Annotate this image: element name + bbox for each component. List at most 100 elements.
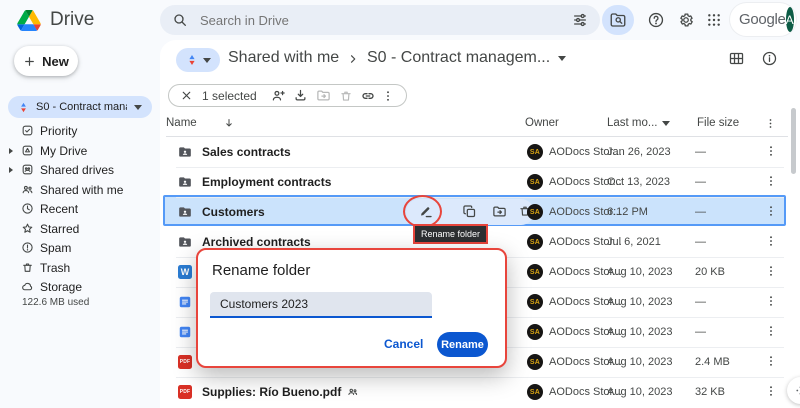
trash-button[interactable] xyxy=(334,89,357,103)
sidebar-item-spam[interactable]: Spam xyxy=(0,238,160,257)
row-more-button[interactable] xyxy=(764,174,778,188)
breadcrumb-current-folder[interactable]: S0 - Contract managem... xyxy=(367,49,567,67)
column-modified[interactable]: Last mo... xyxy=(607,117,670,129)
table-row[interactable]: Employment contracts SA AODocs Stor... O… xyxy=(176,167,784,198)
sidebar-item-storage[interactable]: Storage xyxy=(0,277,160,296)
row-more-button[interactable] xyxy=(764,144,778,158)
shared-folder-icon xyxy=(178,175,192,189)
drive-brand[interactable]: Drive xyxy=(17,9,94,31)
google-wordmark: Google xyxy=(739,11,786,28)
search-options-icon[interactable] xyxy=(572,12,588,28)
google-drive-app: { "topbar": { "app_name": "Drive", "sear… xyxy=(0,0,800,408)
help-icon xyxy=(647,11,665,29)
expand-arrow-icon[interactable] xyxy=(9,147,13,154)
row-more-button[interactable] xyxy=(764,324,778,338)
copy-link-button[interactable] xyxy=(357,88,380,104)
move-to-folder-button[interactable] xyxy=(312,88,335,103)
more-vertical-icon xyxy=(770,146,772,156)
clear-selection-button[interactable] xyxy=(179,89,194,102)
aodocs-breadcrumb-chip[interactable] xyxy=(176,48,220,72)
clock-icon xyxy=(21,202,34,215)
row-more-button[interactable] xyxy=(764,234,778,248)
sidebar-item-starred[interactable]: Starred xyxy=(0,219,160,238)
download-button[interactable] xyxy=(289,88,312,103)
layout-toggle-button[interactable] xyxy=(728,50,745,67)
details-button[interactable] xyxy=(761,50,778,67)
person-add-icon xyxy=(272,90,285,101)
sidebar-item-recent[interactable]: Recent xyxy=(0,199,160,218)
help-button[interactable] xyxy=(640,5,672,35)
google-docs-icon xyxy=(178,295,192,309)
more-vertical-icon xyxy=(770,356,772,366)
more-actions-button[interactable] xyxy=(379,89,396,103)
column-owner[interactable]: Owner xyxy=(525,117,559,129)
account-avatar[interactable]: A xyxy=(785,7,794,32)
table-row[interactable]: Sales contracts SA AODocs Stor... Jan 26… xyxy=(176,137,784,168)
chevron-down-icon xyxy=(202,57,211,63)
search-input[interactable] xyxy=(198,11,562,29)
more-vertical-icon xyxy=(770,266,772,276)
column-size[interactable]: File size xyxy=(697,117,739,129)
chevron-down-icon xyxy=(661,120,670,126)
folder-name-input[interactable] xyxy=(210,292,432,318)
header-more-button[interactable] xyxy=(764,117,777,130)
cancel-button[interactable]: Cancel xyxy=(384,337,423,351)
workspace-selector[interactable]: S0 - Contract mana... xyxy=(8,96,152,118)
row-more-button[interactable] xyxy=(764,264,778,278)
google-apps-button[interactable] xyxy=(698,5,730,35)
info-icon xyxy=(762,51,777,66)
search-bar[interactable] xyxy=(160,5,600,35)
scrollbar-thumb[interactable] xyxy=(791,108,796,174)
row-more-button[interactable] xyxy=(764,354,778,368)
chevron-down-icon xyxy=(558,55,567,61)
row-more-button[interactable] xyxy=(764,294,778,308)
apps-grid-icon xyxy=(706,12,722,28)
spam-icon xyxy=(21,241,34,254)
sidebar-item-shared-drives[interactable]: Shared drives xyxy=(0,160,160,179)
app-title: Drive xyxy=(50,9,95,30)
table-row[interactable]: PDF Supplies: Río Bueno.pdf SA AODocs St… xyxy=(176,377,784,407)
widget-icon xyxy=(796,386,800,395)
shared-drives-icon xyxy=(21,163,34,176)
sidebar-item-trash[interactable]: Trash xyxy=(0,258,160,277)
more-vertical-icon xyxy=(770,236,772,246)
more-vertical-icon xyxy=(770,176,772,186)
drive-logo-icon xyxy=(17,9,41,31)
workspace-selector-label: S0 - Contract mana... xyxy=(36,101,127,113)
rename-confirm-button[interactable]: Rename xyxy=(437,332,488,357)
more-vertical-icon xyxy=(770,206,772,216)
table-row-selected[interactable]: Customers SA AODocs Stor... 6:12 PM — xyxy=(176,197,784,227)
row-more-button[interactable] xyxy=(764,384,778,398)
my-drive-icon xyxy=(21,144,34,157)
sidebar-item-my-drive[interactable]: My Drive xyxy=(0,141,160,160)
breadcrumb-shared-with-me[interactable]: Shared with me xyxy=(228,49,339,67)
sidebar-item-priority[interactable]: Priority xyxy=(0,121,160,140)
google-account-chip[interactable]: Google A xyxy=(730,3,796,36)
close-icon xyxy=(182,91,191,100)
shared-folder-icon xyxy=(178,205,192,219)
move-to-folder-button[interactable] xyxy=(492,204,507,219)
sidebar-item-shared-with-me[interactable]: Shared with me xyxy=(0,180,160,199)
row-more-button[interactable] xyxy=(764,204,778,218)
download-icon xyxy=(295,89,306,101)
expand-arrow-icon[interactable] xyxy=(9,166,13,173)
owner-avatar: SA xyxy=(527,204,543,220)
column-name[interactable]: Name xyxy=(166,117,235,129)
search-icon[interactable] xyxy=(172,12,188,28)
aodocs-icon xyxy=(18,102,29,113)
new-button[interactable]: New xyxy=(14,46,78,76)
owner-avatar: SA xyxy=(527,234,543,250)
more-vertical-icon xyxy=(386,90,389,101)
share-button[interactable] xyxy=(267,88,290,103)
copy-button[interactable] xyxy=(462,204,477,219)
search-in-folder-button[interactable] xyxy=(602,5,634,35)
floating-widget-button[interactable] xyxy=(787,377,800,404)
selection-toolbar: 1 selected xyxy=(168,84,407,107)
grid-view-icon xyxy=(729,52,744,65)
gear-icon xyxy=(677,11,695,29)
link-icon xyxy=(362,92,374,99)
plus-icon xyxy=(23,55,36,68)
more-vertical-icon xyxy=(769,119,772,128)
sort-arrow-icon[interactable] xyxy=(223,117,235,129)
more-vertical-icon xyxy=(770,296,772,306)
